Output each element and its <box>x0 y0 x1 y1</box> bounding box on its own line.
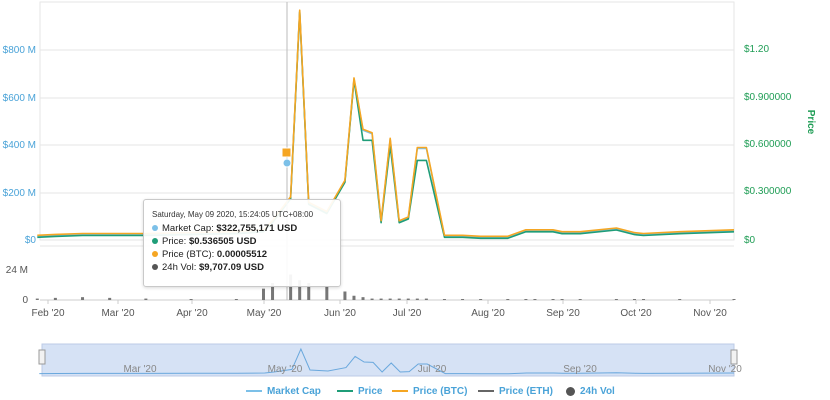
volume-tick-label: 24 M <box>6 265 28 276</box>
volume-bar <box>415 298 419 300</box>
legend-item-price-eth[interactable]: Price (ETH) <box>478 386 553 397</box>
navigator-tick-label: Jul '20 <box>418 364 447 375</box>
volume-bar <box>53 297 57 300</box>
legend-swatch-volume <box>566 386 575 396</box>
volume-bar <box>261 288 265 300</box>
x-tick-label: Apr '20 <box>176 308 208 319</box>
x-tick-label: Jul '20 <box>393 308 422 319</box>
volume-bar <box>325 285 329 300</box>
x-tick-label: Sep '20 <box>546 308 580 319</box>
tooltip-row-market-cap: Market Cap: $322,755,171 USD <box>152 223 340 235</box>
volume-bar <box>189 299 193 300</box>
x-tick-label: Feb '20 <box>31 308 64 319</box>
tooltip: Saturday, May 09 2020, 15:24:05 UTC+08:0… <box>143 199 341 287</box>
volume-bar <box>524 299 528 300</box>
left-tick-label: $600 M <box>3 93 36 104</box>
volume-bar <box>560 299 564 300</box>
volume-bar <box>35 298 39 300</box>
right-tick-label: $0.900000 <box>744 92 792 103</box>
navigator-handle-left[interactable] <box>38 349 46 365</box>
x-tick-label: Jun '20 <box>324 308 356 319</box>
volume-bar <box>551 299 555 300</box>
navigator-tick-label: Nov '20 <box>708 364 742 375</box>
tooltip-row-price: Price: $0.536505 USD <box>152 236 340 248</box>
volume-bar <box>234 299 238 300</box>
x-tick-label: Mar '20 <box>101 308 134 319</box>
volume-bar <box>632 299 636 300</box>
x-tick-label: May '20 <box>247 308 282 319</box>
tooltip-dot-market-cap <box>152 225 158 232</box>
right-tick-label: $0.300000 <box>744 186 792 197</box>
volume-bar <box>361 297 365 300</box>
x-tick-label: Nov '20 <box>693 308 727 319</box>
navigator-tick-label: May '20 <box>268 364 303 375</box>
tooltip-dot-price <box>152 238 158 245</box>
legend-item-market-cap[interactable]: Market Cap <box>246 386 321 397</box>
volume-bar <box>642 299 646 300</box>
volume-bar <box>678 299 682 300</box>
navigator-handle-right[interactable] <box>730 349 738 365</box>
legend-item-volume[interactable]: 24h Vol <box>566 386 615 397</box>
volume-bar <box>533 299 537 300</box>
right-tick-label: $1.20 <box>744 44 769 55</box>
volume-bar <box>343 291 347 300</box>
legend-swatch-price-eth <box>478 390 494 393</box>
hover-point-market-cap <box>282 158 292 168</box>
volume-bar <box>442 299 446 300</box>
left-tick-label: $800 M <box>3 45 36 56</box>
volume-bar <box>732 299 736 300</box>
volume-bar <box>352 295 356 300</box>
tooltip-row-price-btc: Price (BTC): 0.00005512 <box>152 249 340 261</box>
volume-bar <box>479 299 483 300</box>
volume-bar <box>461 299 465 300</box>
legend-swatch-price <box>337 390 353 393</box>
right-tick-label: $0.600000 <box>744 139 792 150</box>
volume-bar <box>388 298 392 300</box>
volume-bar <box>108 297 112 300</box>
volume-bar <box>81 297 85 300</box>
x-tick-label: Oct '20 <box>620 308 652 319</box>
volume-bar <box>614 299 618 300</box>
left-tick-label: $400 M <box>3 140 36 151</box>
volume-bar <box>379 298 383 300</box>
hover-point-price-btc <box>281 147 292 158</box>
volume-bar <box>144 298 148 300</box>
left-tick-label: $200 M <box>3 188 36 199</box>
volume-tick-label: 0 <box>22 295 28 306</box>
volume-bar <box>406 298 410 300</box>
right-axis-title: Price <box>805 110 816 135</box>
range-navigator[interactable]: Mar '20 May '20 Jul '20 Sep '20 Nov '20 <box>38 343 742 377</box>
tooltip-dot-price-btc <box>152 251 158 258</box>
legend-swatch-price-btc <box>392 390 408 393</box>
x-tick-label: Aug '20 <box>471 308 505 319</box>
navigator-tick-label: Sep '20 <box>563 364 597 375</box>
chart-background <box>0 0 830 400</box>
legend-item-price[interactable]: Price <box>337 386 382 397</box>
tooltip-dot-volume <box>152 264 158 271</box>
legend-item-price-btc[interactable]: Price (BTC) <box>392 386 467 397</box>
volume-bar <box>506 299 510 300</box>
navigator-tick-label: Mar '20 <box>123 364 156 375</box>
left-tick-label: $0 <box>25 235 37 246</box>
hover-markers <box>281 147 292 168</box>
tooltip-header: Saturday, May 09 2020, 15:24:05 UTC+08:0… <box>152 210 314 219</box>
volume-bar <box>370 298 374 300</box>
right-tick-label: $0 <box>744 235 756 246</box>
price-chart[interactable]: $0 $200 M $400 M $600 M $800 M $0 $0.300000 $0… <box>0 0 830 400</box>
volume-bar <box>424 298 428 300</box>
legend-swatch-market-cap <box>246 390 262 393</box>
volume-bar <box>578 299 582 300</box>
chart-legend: Market Cap Price Price (BTC) Price (ETH)… <box>0 382 830 400</box>
tooltip-row-volume: 24h Vol: $9,707.09 USD <box>152 262 340 274</box>
volume-bar <box>397 298 401 300</box>
